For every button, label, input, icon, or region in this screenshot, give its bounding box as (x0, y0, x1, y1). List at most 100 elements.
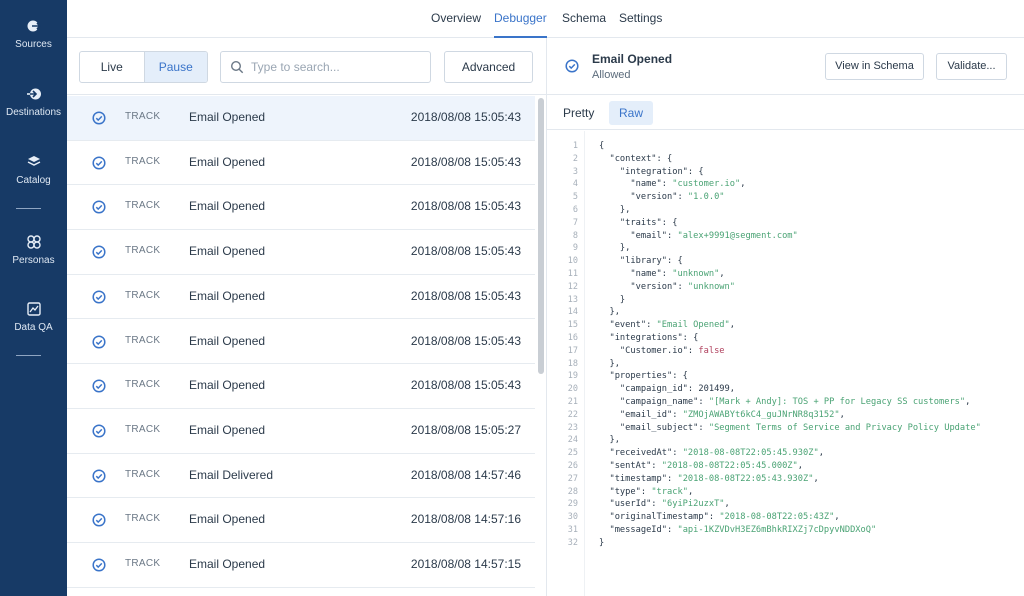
event-timestamp: 2018/08/08 15:05:43 (410, 110, 521, 124)
personas-icon (26, 234, 42, 250)
line-number: 13 (567, 294, 578, 305)
sidebar-divider (16, 355, 41, 356)
event-row[interactable]: TRACK Email Delivered 2018/08/08 14:57:46 (67, 454, 535, 499)
sidebar-item-personas[interactable]: Personas (0, 234, 67, 266)
sidebar-item-label: Sources (15, 39, 52, 50)
code-line: "traits": { (599, 217, 678, 228)
line-number: 4 (572, 179, 578, 190)
tab-pretty[interactable]: Pretty (553, 101, 604, 125)
code-line: "name": "customer.io", (599, 179, 746, 190)
event-type: TRACK (125, 558, 161, 569)
event-timestamp: 2018/08/08 15:05:43 (410, 244, 521, 259)
sidebar-item-sources[interactable]: Sources (0, 18, 67, 50)
check-circle-icon (92, 111, 106, 125)
event-row[interactable]: TRACK Email Opened 2018/08/08 15:05:43 (67, 185, 535, 231)
event-type: TRACK (125, 468, 161, 480)
line-number-gutter: 1 2 3 4 5 6 7 8 9 10 11 12 13 14 15 16 17 18 19 20 21 22 23 24 2… (547, 131, 585, 596)
code-line: { (599, 141, 605, 151)
sidebar-item-destinations[interactable]: Destinations (0, 86, 67, 118)
check-circle-icon (92, 156, 106, 170)
code-line: "email": "alex+9991@segment.com" (599, 230, 798, 241)
event-type: TRACK (125, 423, 161, 435)
sidebar-item-catalog[interactable]: Catalog (0, 154, 67, 186)
event-row[interactable]: TRACK Email Opened 2018/08/08 15:05:43 (67, 141, 535, 186)
code-line: }, (599, 358, 620, 369)
code-line: "version": "1.0.0" (599, 192, 725, 203)
code-line: "type": "track", (599, 486, 694, 497)
code-line: }, (599, 435, 620, 446)
code-line: "context": { (599, 153, 673, 164)
tab-overview[interactable]: Overview (431, 0, 481, 38)
event-row[interactable]: TRACK Email Opened 2018/08/08 15:05:43 (67, 275, 535, 320)
tab-debugger[interactable]: Debugger (494, 0, 547, 38)
tab-settings[interactable]: Settings (619, 0, 662, 38)
catalog-icon (26, 154, 42, 170)
event-row[interactable]: TRACK Email Opened 2018/08/08 15:05:43 (67, 96, 535, 141)
event-list: TRACK Email Opened 2018/08/08 15:05:43 TRAC… (67, 96, 535, 596)
code-line: "campaign_name": "[Mark + Andy]: TOS + P… (599, 397, 971, 407)
code-line: "integration": { (599, 166, 704, 177)
live-button[interactable]: Live (80, 52, 144, 82)
code-line: } (599, 294, 626, 305)
event-row[interactable]: TRACK Email Opened 2018/08/08 15:05:43 (67, 320, 535, 365)
data-qa-icon (26, 301, 42, 317)
event-name: Email Opened (189, 244, 266, 259)
sidebar-item-label: Personas (12, 255, 55, 266)
tab-raw[interactable]: Raw (609, 101, 654, 125)
sources-icon (26, 18, 42, 34)
line-number: 2 (572, 153, 578, 164)
event-row[interactable]: TRACK Email Opened 2018/08/08 15:05:27 (67, 409, 535, 454)
event-type: TRACK (125, 379, 161, 391)
event-type: TRACK (125, 513, 161, 525)
code-line: "integrations": { (599, 333, 699, 343)
scrollbar-thumb[interactable] (538, 98, 544, 374)
event-timestamp: 2018/08/08 15:05:43 (410, 333, 521, 348)
event-row[interactable]: TRACK Email Opened 2018/08/08 15:05:43 (67, 364, 535, 409)
search-icon (230, 60, 244, 74)
view-in-schema-button[interactable]: View in Schema (825, 53, 924, 80)
line-number: 32 (567, 537, 578, 548)
event-timestamp: 2018/08/08 15:05:43 (410, 154, 521, 169)
code-line: "email_id": "ZMOjAWABYt6kC4_guJNrNR8q315… (599, 409, 845, 420)
line-number: 26 (567, 461, 578, 471)
event-name: Email Opened (189, 422, 266, 437)
search-input[interactable] (251, 53, 426, 81)
event-timestamp: 2018/08/08 14:57:46 (410, 467, 521, 482)
check-circle-icon (565, 59, 579, 73)
event-timestamp: 2018/08/08 15:05:43 (410, 288, 521, 303)
event-row[interactable]: TRACK Email Opened 2018/08/08 15:05:43 (67, 230, 535, 275)
line-number: 3 (572, 166, 578, 177)
line-number: 22 (567, 409, 578, 420)
check-circle-icon (92, 334, 106, 349)
line-number: 15 (567, 320, 578, 331)
line-number: 1 (572, 141, 578, 151)
event-name: Email Delivered (189, 467, 274, 482)
line-number: 19 (567, 371, 578, 382)
sidebar-divider (16, 208, 41, 209)
search-box (220, 51, 431, 83)
sidebar-item-data-qa[interactable]: Data QA (0, 301, 67, 333)
event-row[interactable]: TRACK Email Opened 2018/08/08 14:57:15 (67, 543, 535, 588)
event-row[interactable]: TRACK Email Opened 2018/08/08 14:57:16 (67, 498, 535, 543)
live-pause-toggle: Live Pause (79, 51, 208, 83)
check-circle-icon (92, 290, 106, 304)
line-number: 23 (567, 422, 578, 433)
event-detail-title: Email Opened (592, 52, 673, 66)
validate-button[interactable]: Validate... (936, 53, 1007, 80)
top-navigation: Overview Debugger Schema Settings (67, 0, 1024, 38)
pause-button[interactable]: Pause (143, 52, 207, 82)
event-timestamp: 2018/08/08 14:57:16 (410, 512, 521, 527)
line-number: 27 (567, 473, 578, 484)
tab-schema[interactable]: Schema (562, 0, 606, 38)
event-list-scrollbar[interactable] (536, 96, 546, 596)
event-detail-status: Allowed (592, 69, 631, 81)
raw-payload-viewer: 1 2 3 4 5 6 7 8 9 10 11 12 13 14 15 16 17 18 19 20 21 22 23 24 2… (547, 131, 1024, 596)
check-circle-icon (92, 424, 106, 438)
code-line: "userId": "6yiPi2uzxT", (599, 499, 730, 510)
code-line: "name": "unknown", (599, 269, 725, 279)
line-number: 16 (567, 333, 578, 343)
advanced-button[interactable]: Advanced (444, 51, 533, 83)
line-number: 9 (572, 243, 578, 254)
event-name: Email Opened (189, 154, 266, 169)
line-number: 20 (567, 384, 578, 395)
